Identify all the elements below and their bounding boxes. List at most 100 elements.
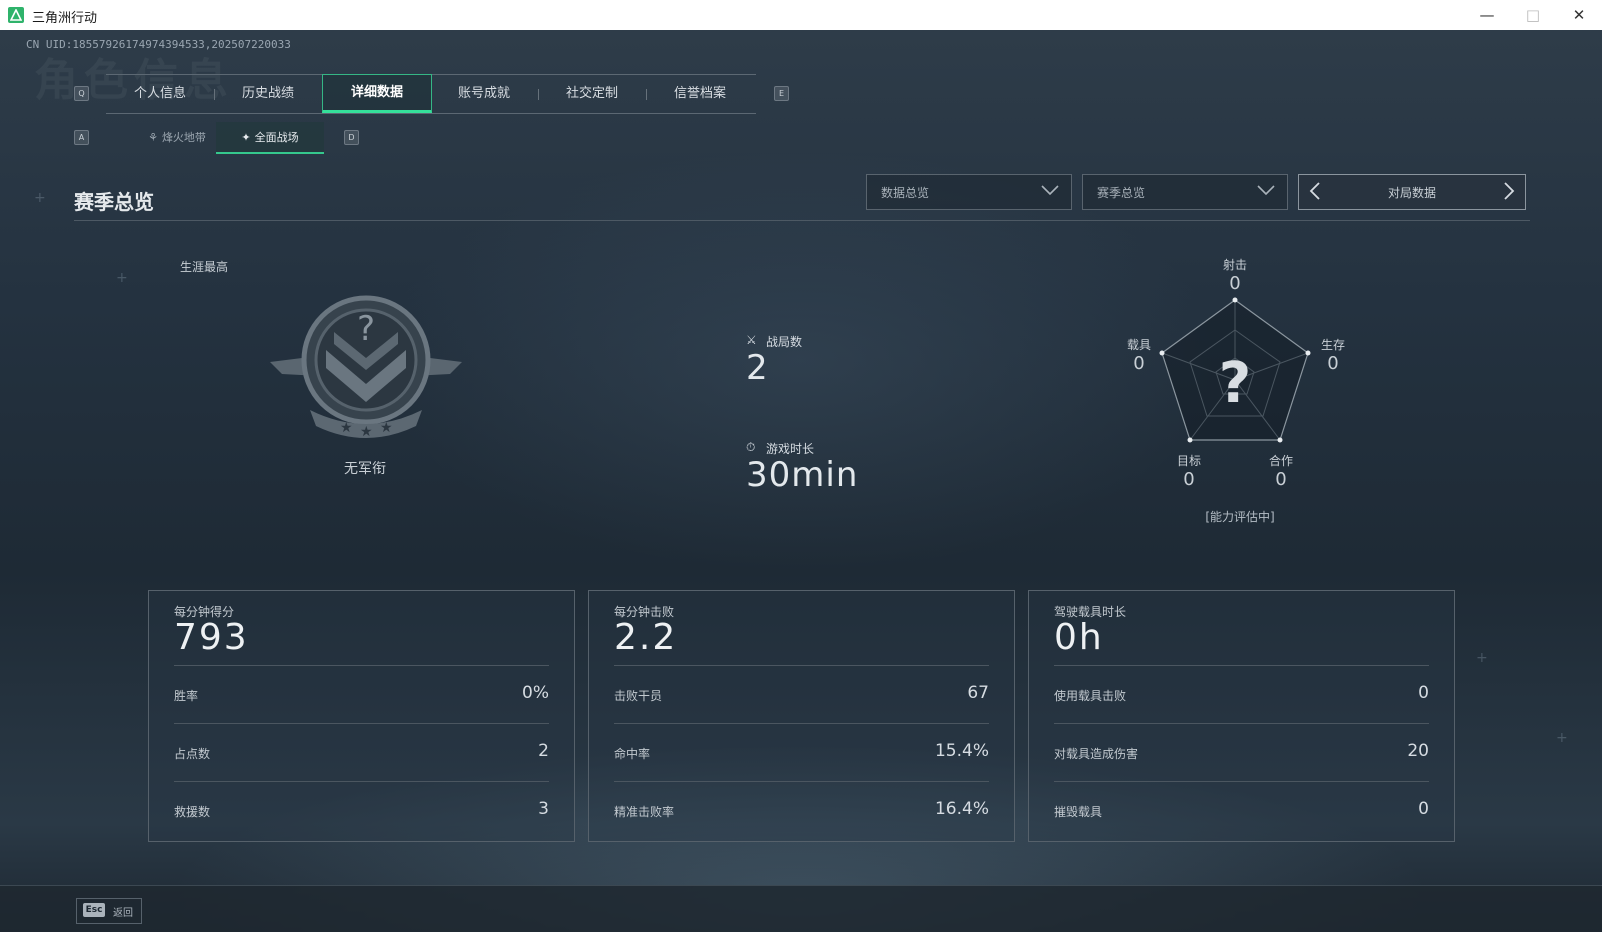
chevron-right-icon[interactable] — [1503, 182, 1515, 200]
crosshair-decoration-icon: + — [34, 190, 46, 206]
close-button[interactable]: ✕ — [1556, 0, 1602, 30]
window-titlebar: 三角洲行动 — □ ✕ — [0, 0, 1602, 31]
card-big-value: 0h — [1054, 617, 1104, 658]
stat-key: 占点数 — [174, 747, 211, 761]
key-a-hint[interactable]: A — [74, 130, 89, 145]
stat-key: 摧毁载具 — [1054, 805, 1103, 819]
score-per-minute-card: 每分钟得分 793 胜率 0% 占点数 2 救援数 3 — [148, 590, 575, 842]
jet-icon: ✦ — [241, 131, 251, 144]
stat-row: 占点数 2 — [174, 723, 549, 782]
stat-value: 2 — [538, 741, 549, 761]
tab-achievements[interactable]: 账号成就 — [430, 75, 538, 113]
stat-value: 3 — [538, 799, 549, 819]
rank-emblem-icon: ? ★ ★ ★ — [270, 295, 462, 440]
esc-key-icon: Esc — [83, 903, 105, 917]
maximize-button[interactable]: □ — [1510, 0, 1556, 30]
stat-value: 0 — [1418, 683, 1429, 703]
crossed-swords-icon: ⚔ — [746, 333, 757, 347]
back-label: 返回 — [113, 908, 133, 919]
section-divider — [74, 220, 1530, 221]
tab-social[interactable]: 社交定制 — [538, 75, 646, 113]
stat-key: 胜率 — [174, 689, 199, 703]
subtab-label: 烽火地带 — [161, 131, 206, 144]
minimize-button[interactable]: — — [1464, 0, 1510, 30]
stat-key: 救援数 — [174, 805, 211, 819]
tab-reputation[interactable]: 信誉档案 — [646, 75, 754, 113]
matches-label: 战局数 — [766, 335, 803, 349]
stat-row: 救援数 3 — [174, 781, 549, 840]
card-big-value: 793 — [174, 617, 249, 658]
vehicle-time-card: 驾驶载具时长 0h 使用载具击败 0 对载具造成伤害 20 摧毁载具 0 — [1028, 590, 1455, 842]
radar-value-vehicle: 0 — [1133, 353, 1145, 374]
radar-value-survival: 0 — [1327, 353, 1339, 374]
season-overview-dropdown[interactable]: 赛季总览 — [1082, 174, 1288, 210]
uid-text: CN UID:18557926174974394533,202507220033 — [26, 38, 291, 51]
tab-history[interactable]: 历史战绩 — [214, 75, 322, 113]
stat-row: 摧毁载具 0 — [1054, 781, 1429, 840]
card-big-value: 2.2 — [614, 617, 678, 658]
subtab-warfare[interactable]: ✦ 全面战场 — [216, 122, 324, 154]
crosshair-decoration-icon: + — [1556, 730, 1568, 746]
subtab-label: 全面战场 — [254, 131, 299, 144]
radar-label-survival: 生存 — [1320, 338, 1345, 352]
stat-value: 0 — [1418, 799, 1429, 819]
chevron-down-icon — [1041, 185, 1059, 196]
playtime-value: 30min — [746, 455, 859, 495]
kills-per-minute-card: 每分钟击败 2.2 击败干员 67 命中率 15.4% 精准击败率 16.4% — [588, 590, 1015, 842]
radar-value-shooting: 0 — [1229, 273, 1241, 294]
rank-name: 无军衔 — [344, 461, 386, 477]
stat-key: 使用载具击败 — [1054, 689, 1127, 703]
svg-text:★: ★ — [360, 424, 373, 440]
dropdown-label: 赛季总览 — [1097, 186, 1146, 200]
radar-label-teamwork: 合作 — [1268, 454, 1293, 468]
tab-detailed-data[interactable]: 详细数据 — [322, 74, 432, 113]
flame-icon: ⚘ — [148, 131, 158, 144]
radar-label-shooting: 射击 — [1222, 258, 1247, 272]
stat-row: 命中率 15.4% — [614, 723, 989, 782]
key-q-hint[interactable]: Q — [74, 86, 89, 101]
stat-row: 对载具造成伤害 20 — [1054, 723, 1429, 782]
emblem-question-mark: ? — [357, 309, 375, 349]
app-logo-icon — [8, 7, 24, 23]
section-title: 赛季总览 — [74, 190, 154, 214]
stat-key: 击败干员 — [614, 689, 663, 703]
stat-key: 对载具造成伤害 — [1054, 747, 1139, 761]
data-overview-dropdown[interactable]: 数据总览 — [866, 174, 1072, 210]
stat-row: 使用载具击败 0 — [1054, 665, 1429, 724]
stopwatch-icon: ⏱ — [746, 440, 756, 454]
crosshair-decoration-icon: + — [116, 270, 128, 286]
window-title: 三角洲行动 — [32, 11, 98, 26]
stat-row: 胜率 0% — [174, 665, 549, 724]
stat-key: 精准击败率 — [614, 805, 675, 819]
key-e-hint[interactable]: E — [774, 86, 789, 101]
svg-text:★: ★ — [340, 420, 353, 436]
stat-key: 命中率 — [614, 747, 651, 761]
pager-label: 对局数据 — [1387, 186, 1436, 200]
radar-status-note: [能力评估中] — [1205, 510, 1275, 524]
esc-back-button[interactable]: Esc 返回 — [76, 898, 142, 924]
dropdown-label: 数据总览 — [881, 186, 930, 200]
main-tab-bar: 个人信息 历史战绩 详细数据 账号成就 社交定制 信誉档案 — [106, 74, 756, 114]
radar-center-question: ? — [1219, 351, 1251, 416]
stat-row: 击败干员 67 — [614, 665, 989, 724]
stat-value: 0% — [522, 683, 549, 703]
stat-row: 精准击败率 16.4% — [614, 781, 989, 840]
game-stage: 角色信息 CN UID:18557926174974394533,2025072… — [0, 30, 1602, 932]
key-d-hint[interactable]: D — [344, 130, 359, 145]
stat-value: 15.4% — [934, 741, 989, 761]
crosshair-decoration-icon: + — [1476, 650, 1488, 666]
bottom-bar: Esc 返回 — [0, 885, 1602, 932]
stat-value: 67 — [967, 683, 989, 703]
tab-personal-info[interactable]: 个人信息 — [106, 75, 214, 113]
radar-label-vehicle: 载具 — [1126, 338, 1151, 352]
radar-value-objective: 0 — [1183, 469, 1195, 490]
radar-value-teamwork: 0 — [1275, 469, 1287, 490]
svg-text:★: ★ — [380, 420, 393, 436]
subtab-operations[interactable]: ⚘ 烽火地带 — [124, 122, 230, 154]
stat-value: 16.4% — [934, 799, 989, 819]
stat-value: 20 — [1407, 741, 1429, 761]
chevron-down-icon — [1257, 185, 1275, 196]
ability-radar-chart: ? — [1159, 297, 1311, 443]
matches-value: 2 — [746, 348, 769, 388]
radar-label-objective: 目标 — [1176, 454, 1201, 468]
